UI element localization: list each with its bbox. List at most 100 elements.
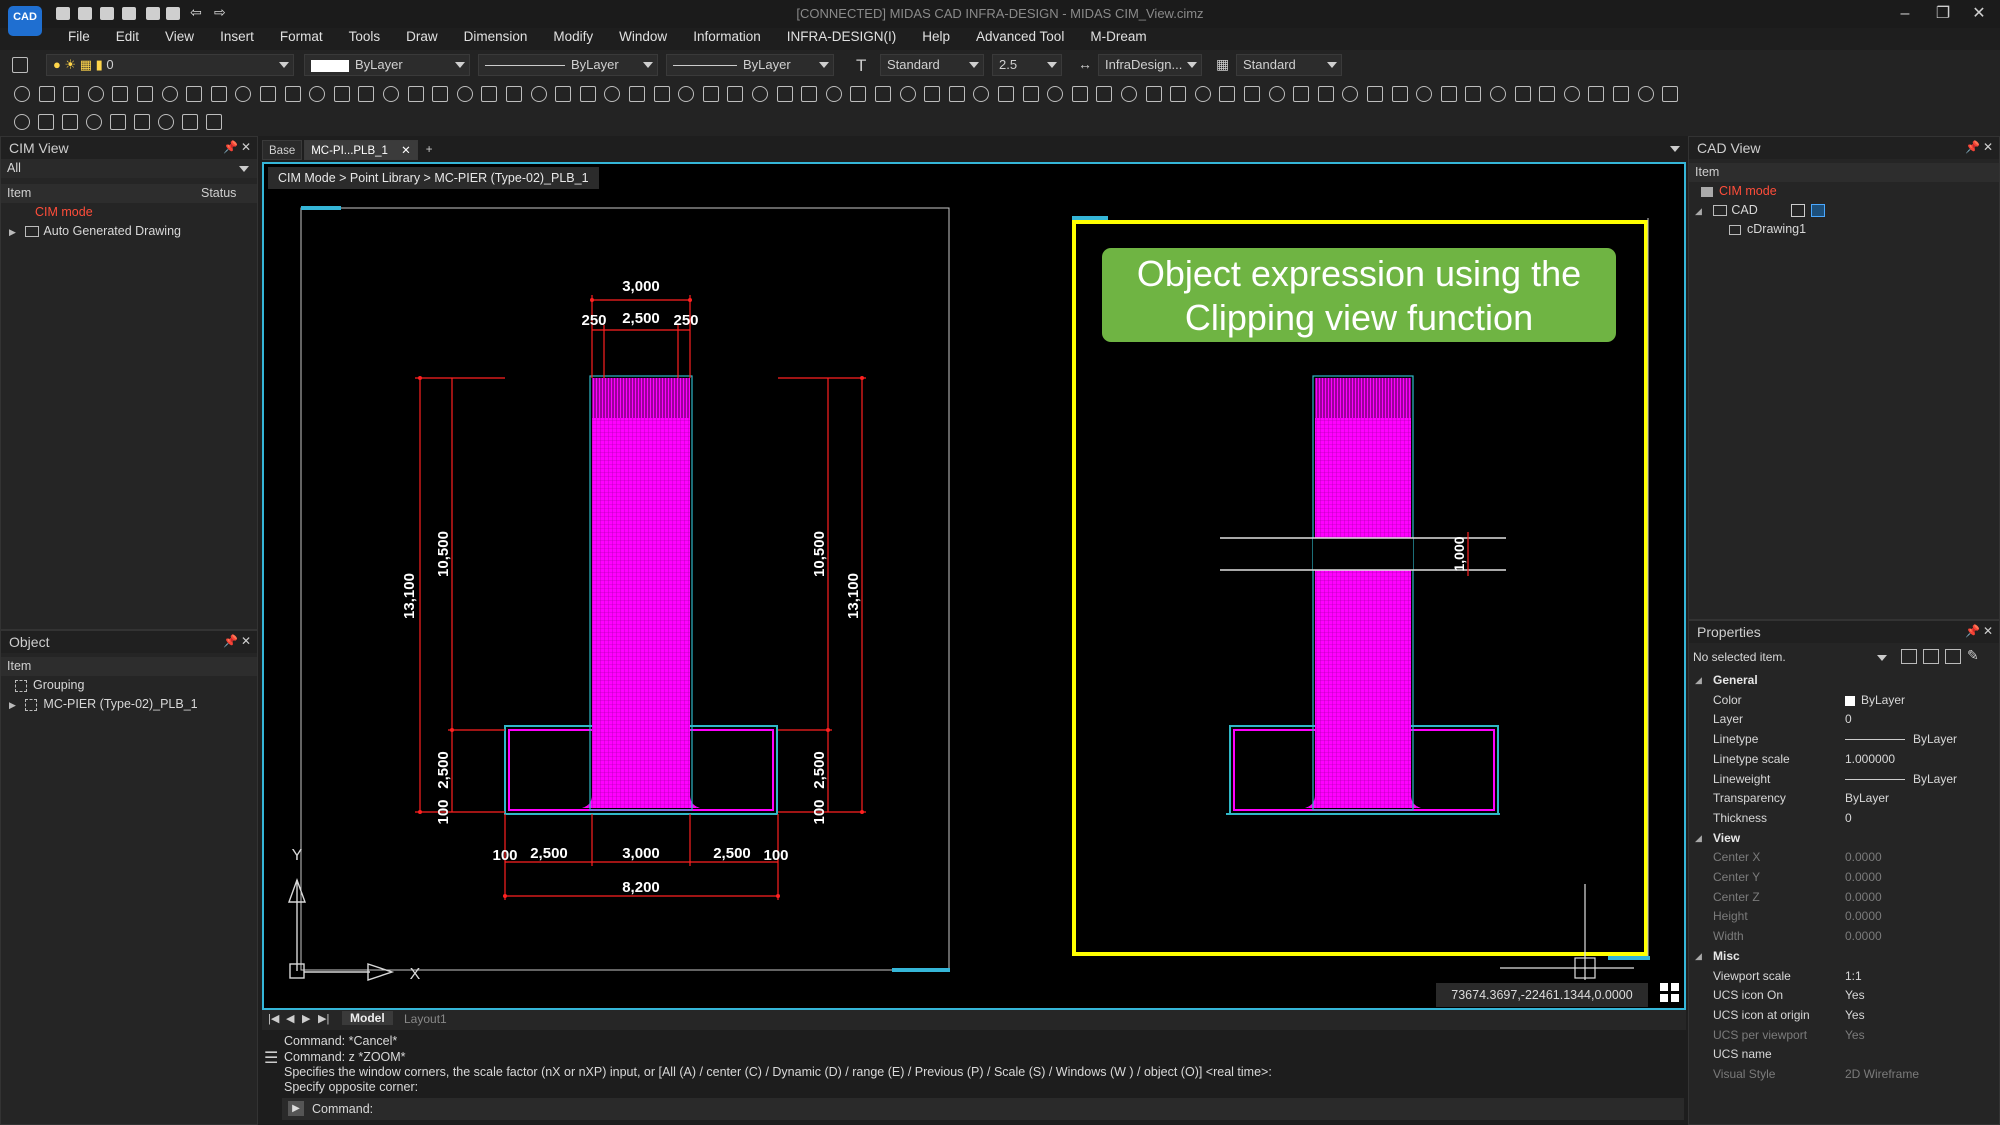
fillet-icon[interactable]	[383, 86, 399, 102]
tree-item-cdrawing1[interactable]: cDrawing1	[1689, 220, 1999, 239]
text-icon[interactable]	[38, 114, 54, 130]
linetype-icon[interactable]	[134, 114, 150, 130]
close-icon[interactable]: ✕	[241, 634, 251, 648]
first-layout-icon[interactable]: |◀	[268, 1012, 279, 1025]
close-icon[interactable]: ✕	[401, 145, 411, 157]
move-icon[interactable]	[1145, 86, 1162, 102]
offset-icon[interactable]	[1293, 86, 1310, 102]
move-icon[interactable]	[161, 86, 178, 102]
trim-icon[interactable]	[1244, 86, 1260, 102]
table-style-combo[interactable]: Standard	[1236, 54, 1342, 76]
next-layout-icon[interactable]: ▶	[302, 1012, 310, 1025]
expand-icon[interactable]: ▶	[9, 227, 16, 237]
layer-off-icon[interactable]	[110, 114, 126, 130]
prop-row-thickness[interactable]: Thickness 0	[1689, 809, 1999, 829]
prop-row-ucs-icon-on[interactable]: UCS icon On Yes	[1689, 986, 1999, 1006]
model-view-icon[interactable]	[1811, 204, 1825, 217]
menu-insert[interactable]: Insert	[207, 28, 267, 50]
array-icon[interactable]	[850, 86, 867, 102]
extend-icon[interactable]	[284, 86, 301, 102]
pin-icon[interactable]: 📌	[1965, 140, 1980, 154]
copy-icon[interactable]	[1662, 86, 1679, 102]
scale-icon[interactable]	[158, 114, 174, 130]
collapse-icon[interactable]: ◢	[1695, 671, 1702, 691]
pier-elevation-left[interactable]	[504, 375, 778, 815]
pin-icon[interactable]: 📌	[1965, 624, 1980, 638]
tree-item-auto-drawing[interactable]: ▶ Auto Generated Drawing	[1, 222, 257, 241]
copy-icon[interactable]	[1170, 86, 1187, 102]
block-icon[interactable]	[924, 86, 941, 102]
rectangle-icon[interactable]	[1096, 86, 1113, 102]
color-combo[interactable]: ByLayer	[304, 54, 470, 76]
last-layout-icon[interactable]: ▶|	[318, 1012, 329, 1025]
trim-icon[interactable]	[752, 86, 768, 102]
menu-help[interactable]: Help	[909, 28, 963, 50]
quick-select-icon[interactable]	[1945, 649, 1961, 664]
prop-row-center-z[interactable]: Center Z 0.0000	[1689, 888, 1999, 908]
prop-group-misc[interactable]: ◢ Misc	[1689, 947, 1999, 967]
close-button[interactable]: ✕	[1964, 2, 1994, 26]
collapse-icon[interactable]: ◢	[1695, 829, 1702, 849]
line-icon[interactable]	[998, 86, 1014, 102]
settings-icon[interactable]: ✎	[1967, 647, 1979, 664]
lineweight-combo[interactable]: ByLayer	[666, 54, 834, 76]
text-height-combo[interactable]: 2.5	[992, 54, 1062, 76]
pier-elevation-clipped[interactable]: 1,000	[1220, 375, 1506, 815]
prop-row-transparency[interactable]: Transparency ByLayer	[1689, 789, 1999, 809]
tree-item-mc-pier[interactable]: ▶ MC-PIER (Type-02)_PLB_1	[1, 695, 257, 714]
select-objects-icon[interactable]	[1923, 649, 1939, 664]
table-icon[interactable]	[899, 86, 916, 102]
dim-style-icon[interactable]: ↔	[1078, 56, 1092, 72]
viewport-grip[interactable]	[1608, 956, 1650, 960]
menu-tools[interactable]: Tools	[336, 28, 394, 50]
close-icon[interactable]: ✕	[1983, 624, 1993, 638]
menu-edit[interactable]: Edit	[103, 28, 152, 50]
linetype-combo[interactable]: ByLayer	[478, 54, 658, 76]
match-prop-icon[interactable]	[62, 114, 78, 130]
layer-icon[interactable]	[1440, 86, 1457, 102]
circle-icon[interactable]	[87, 86, 104, 102]
menu-m-dream[interactable]: M-Dream	[1077, 28, 1159, 50]
menu-draw[interactable]: Draw	[393, 28, 451, 50]
prop-row-height[interactable]: Height 0.0000	[1689, 907, 1999, 927]
move-icon[interactable]	[653, 86, 670, 102]
cim-filter-select[interactable]: All	[1, 159, 257, 178]
table-style-icon[interactable]: ▦	[1216, 56, 1229, 73]
mirror-icon[interactable]	[825, 86, 842, 102]
viewport-grip[interactable]	[892, 968, 950, 972]
rectangle-icon[interactable]	[112, 86, 129, 102]
circle-icon[interactable]	[579, 86, 596, 102]
rectangle-icon[interactable]	[1588, 86, 1605, 102]
breadcrumb[interactable]: CIM Mode > Point Library > MC-PIER (Type…	[268, 167, 599, 189]
layer-icon[interactable]	[456, 86, 473, 102]
copy-icon[interactable]	[678, 86, 695, 102]
copy-icon[interactable]	[186, 86, 203, 102]
tree-item-cim-mode[interactable]: CIM mode	[1, 203, 257, 222]
tree-item-cim-mode[interactable]: CIM mode	[1689, 182, 1999, 201]
prop-row-ucs-icon-at-origin[interactable]: UCS icon at origin Yes	[1689, 1006, 1999, 1026]
viewport-grip[interactable]	[301, 206, 341, 210]
command-menu-icon[interactable]: ☰	[264, 1048, 278, 1068]
prop-row-layer[interactable]: Layer 0	[1689, 710, 1999, 730]
rotate-icon[interactable]	[210, 86, 227, 102]
polyline-icon[interactable]	[1022, 86, 1039, 102]
offset-icon[interactable]	[309, 86, 326, 102]
zoom-icon[interactable]	[973, 86, 990, 102]
menu-infra-design-i-[interactable]: INFRA-DESIGN(I)	[774, 28, 910, 50]
pin-icon[interactable]: 📌	[223, 634, 238, 648]
circle-icon[interactable]	[1563, 86, 1580, 102]
trim-icon[interactable]	[260, 86, 276, 102]
tab-model[interactable]: Model	[342, 1011, 393, 1025]
text-style-icon[interactable]: T	[856, 56, 866, 76]
hatch-icon[interactable]	[1613, 86, 1629, 102]
prop-row-center-x[interactable]: Center X 0.0000	[1689, 848, 1999, 868]
viewport-grip[interactable]	[1072, 216, 1108, 220]
move-icon[interactable]	[1637, 86, 1654, 102]
block-icon[interactable]	[1416, 86, 1433, 102]
prev-layout-icon[interactable]: ◀	[286, 1012, 294, 1025]
arc-icon[interactable]	[63, 86, 80, 102]
prop-row-visual-style[interactable]: Visual Style 2D Wireframe	[1689, 1065, 1999, 1085]
line-icon[interactable]	[14, 86, 30, 102]
layer-manager-icon[interactable]	[12, 57, 28, 73]
rotate-icon[interactable]	[1194, 86, 1211, 102]
